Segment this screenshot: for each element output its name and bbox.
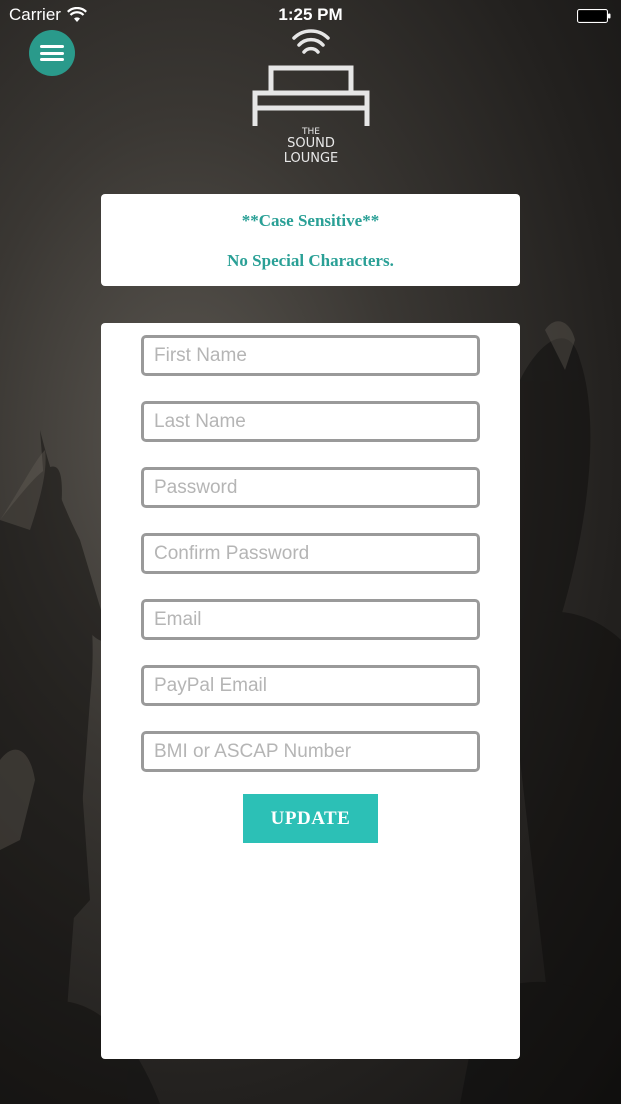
case-sensitive-notice: **Case Sensitive** — [241, 211, 380, 230]
paypal-email-input[interactable] — [141, 665, 480, 706]
bmi-ascap-number-input[interactable] — [141, 731, 480, 772]
no-special-characters-notice: No Special Characters. — [227, 251, 394, 270]
logo-bed-icon — [252, 29, 370, 126]
menu-button[interactable] — [29, 30, 75, 76]
update-button[interactable]: UPDATE — [243, 794, 378, 843]
status-time: 1:25 PM — [278, 5, 343, 24]
logo-text-sound: SOUND — [287, 136, 335, 151]
password-input[interactable] — [141, 467, 480, 508]
last-name-input[interactable] — [141, 401, 480, 442]
logo-text-lounge: LOUNGE — [283, 151, 339, 166]
sound-lounge-logo: THE SOUND LOUNGE — [248, 28, 374, 168]
info-notice-card: **Case Sensitive** No Special Characters… — [101, 194, 520, 286]
hamburger-icon — [40, 45, 64, 61]
first-name-input[interactable] — [141, 335, 480, 376]
update-profile-form: UPDATE — [101, 323, 520, 1059]
battery-icon — [577, 9, 611, 23]
confirm-password-input[interactable] — [141, 533, 480, 574]
email-input[interactable] — [141, 599, 480, 640]
